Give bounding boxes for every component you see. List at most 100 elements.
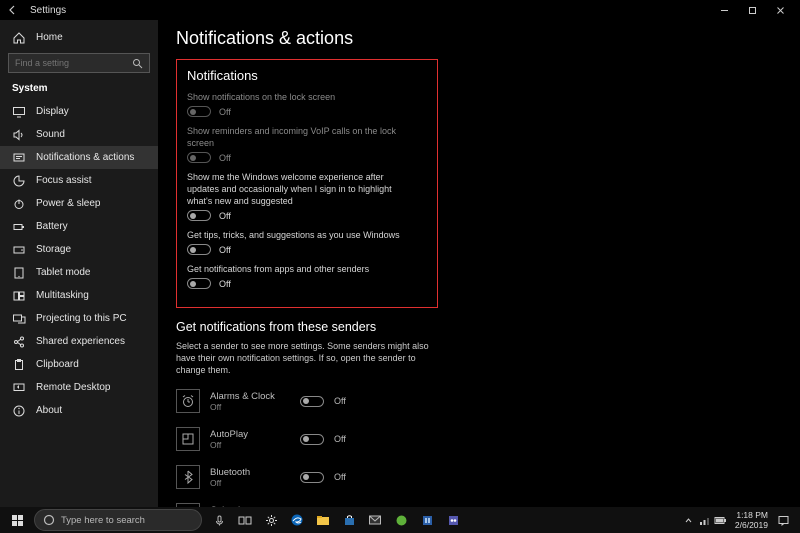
sidebar-item-label: Power & sleep xyxy=(36,198,100,209)
sender-bluetooth[interactable]: Bluetooth Off Off xyxy=(176,462,776,492)
tablet-icon xyxy=(12,266,26,280)
taskbar-app-green[interactable] xyxy=(388,507,414,533)
sidebar-item-storage[interactable]: Storage xyxy=(0,238,158,261)
sidebar-item-notifications[interactable]: Notifications & actions xyxy=(0,146,158,169)
sidebar-item-about[interactable]: About xyxy=(0,399,158,422)
taskbar-clock[interactable]: 1:18 PM 2/6/2019 xyxy=(735,510,768,530)
sidebar-item-remote[interactable]: Remote Desktop xyxy=(0,376,158,399)
sidebar-item-clipboard[interactable]: Clipboard xyxy=(0,353,158,376)
sidebar-item-shared[interactable]: Shared experiences xyxy=(0,330,158,353)
toggle-lockscreen-voip[interactable] xyxy=(187,152,211,163)
sidebar-home[interactable]: Home xyxy=(0,26,158,49)
taskbar-edge[interactable] xyxy=(284,507,310,533)
sender-name: Alarms & Clock xyxy=(210,391,300,402)
home-icon xyxy=(12,31,26,45)
sidebar-item-sound[interactable]: Sound xyxy=(0,123,158,146)
setting-label: Show me the Windows welcome experience a… xyxy=(187,171,417,207)
toggle-state: Off xyxy=(334,434,346,444)
alarms-icon xyxy=(176,389,200,413)
setting-lockscreen-notif: Show notifications on the lock screen Of… xyxy=(187,91,427,117)
battery-icon xyxy=(12,220,26,234)
toggle-welcome[interactable] xyxy=(187,210,211,221)
toggle-state: Off xyxy=(334,472,346,482)
sender-state: Off xyxy=(210,402,300,412)
tray-network-icon[interactable] xyxy=(697,507,713,533)
titlebar: Settings xyxy=(0,0,800,20)
tray-battery-icon[interactable] xyxy=(713,507,729,533)
multitask-icon xyxy=(12,289,26,303)
setting-label: Get notifications from apps and other se… xyxy=(187,263,417,275)
taskbar-store[interactable] xyxy=(336,507,362,533)
sidebar-item-battery[interactable]: Battery xyxy=(0,215,158,238)
storage-icon xyxy=(12,243,26,257)
sidebar-item-label: Storage xyxy=(36,244,71,255)
bluetooth-icon xyxy=(176,465,200,489)
sidebar-search[interactable] xyxy=(8,53,150,73)
toggle-state: Off xyxy=(219,107,231,117)
minimize-button[interactable] xyxy=(710,0,738,20)
clipboard-icon xyxy=(12,358,26,372)
setting-tips: Get tips, tricks, and suggestions as you… xyxy=(187,229,427,255)
sidebar: Home System Display Sound xyxy=(0,20,158,507)
senders-header: Get notifications from these senders xyxy=(176,320,776,334)
setting-apps: Get notifications from apps and other se… xyxy=(187,263,427,289)
sidebar-item-label: Display xyxy=(36,106,69,117)
clock-date: 2/6/2019 xyxy=(735,520,768,530)
toggle-sender-autoplay[interactable] xyxy=(300,434,324,445)
taskbar-mic[interactable] xyxy=(206,507,232,533)
sidebar-item-display[interactable]: Display xyxy=(0,100,158,123)
action-center-button[interactable] xyxy=(774,511,792,529)
toggle-apps[interactable] xyxy=(187,278,211,289)
setting-label: Get tips, tricks, and suggestions as you… xyxy=(187,229,417,241)
close-button[interactable] xyxy=(766,0,794,20)
sidebar-item-tablet[interactable]: Tablet mode xyxy=(0,261,158,284)
sidebar-search-input[interactable] xyxy=(15,58,132,68)
setting-label: Show reminders and incoming VoIP calls o… xyxy=(187,125,417,149)
toggle-sender-alarms[interactable] xyxy=(300,396,324,407)
taskbar-search[interactable]: Type here to search xyxy=(34,509,202,531)
sidebar-item-multitask[interactable]: Multitasking xyxy=(0,284,158,307)
notifications-icon xyxy=(12,151,26,165)
focus-icon xyxy=(12,174,26,188)
about-icon xyxy=(12,404,26,418)
highlight-box: Notifications Show notifications on the … xyxy=(176,59,438,308)
sidebar-item-power[interactable]: Power & sleep xyxy=(0,192,158,215)
sender-alarms[interactable]: Alarms & Clock Off Off xyxy=(176,386,776,416)
taskbar-app-purple[interactable] xyxy=(440,507,466,533)
display-icon xyxy=(12,105,26,119)
sender-name: Bluetooth xyxy=(210,467,300,478)
sidebar-item-label: Notifications & actions xyxy=(36,152,134,163)
maximize-button[interactable] xyxy=(738,0,766,20)
setting-label: Show notifications on the lock screen xyxy=(187,91,417,103)
sound-icon xyxy=(12,128,26,142)
sidebar-group-label: System xyxy=(0,81,158,100)
sender-calendar[interactable]: Calendar Off Off xyxy=(176,500,776,507)
sidebar-item-focus[interactable]: Focus assist xyxy=(0,169,158,192)
toggle-sender-bluetooth[interactable] xyxy=(300,472,324,483)
page-title: Notifications & actions xyxy=(176,28,776,49)
sidebar-item-label: Battery xyxy=(36,221,68,232)
toggle-state: Off xyxy=(219,211,231,221)
tray-chevron[interactable] xyxy=(681,507,697,533)
sidebar-item-label: Shared experiences xyxy=(36,336,125,347)
taskbar-mail[interactable] xyxy=(362,507,388,533)
taskbar-taskview[interactable] xyxy=(232,507,258,533)
sender-autoplay[interactable]: AutoPlay Off Off xyxy=(176,424,776,454)
clock-time: 1:18 PM xyxy=(736,510,768,520)
back-button[interactable] xyxy=(6,3,20,17)
cortana-circle-icon xyxy=(43,514,55,526)
sidebar-item-label: About xyxy=(36,405,62,416)
taskbar-app-blue[interactable] xyxy=(414,507,440,533)
sidebar-item-label: Clipboard xyxy=(36,359,79,370)
sidebar-item-label: Tablet mode xyxy=(36,267,90,278)
start-button[interactable] xyxy=(4,507,30,533)
toggle-state: Off xyxy=(219,153,231,163)
toggle-tips[interactable] xyxy=(187,244,211,255)
taskbar-explorer[interactable] xyxy=(310,507,336,533)
toggle-state: Off xyxy=(334,396,346,406)
toggle-state: Off xyxy=(219,245,231,255)
toggle-lockscreen-notif[interactable] xyxy=(187,106,211,117)
sidebar-item-label: Focus assist xyxy=(36,175,92,186)
sidebar-item-project[interactable]: Projecting to this PC xyxy=(0,307,158,330)
taskbar-settings[interactable] xyxy=(258,507,284,533)
